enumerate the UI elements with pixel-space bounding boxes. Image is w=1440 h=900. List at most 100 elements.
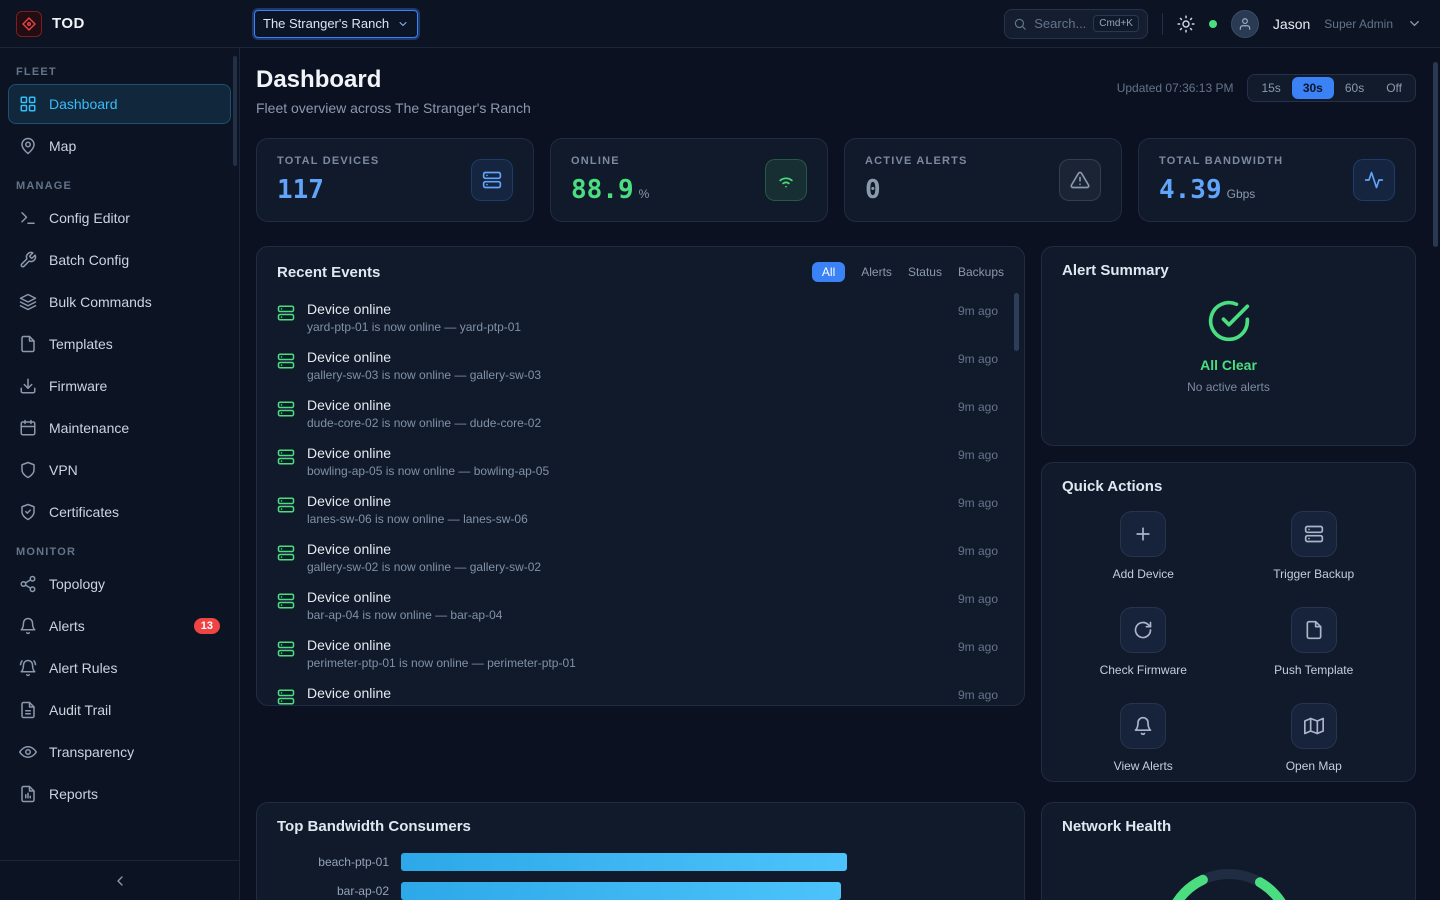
server-icon xyxy=(277,304,295,322)
server-icon xyxy=(471,159,513,201)
event-row[interactable]: Device online 9m ago xyxy=(277,678,998,706)
event-title: Device online xyxy=(307,685,946,701)
server-icon xyxy=(277,544,295,562)
sidebar-item-maintenance[interactable]: Maintenance xyxy=(8,408,231,448)
sidebar-item-certificates[interactable]: Certificates xyxy=(8,492,231,532)
sidebar-item-label: Reports xyxy=(49,786,98,802)
events-scrollbar[interactable] xyxy=(1014,293,1019,351)
search-shortcut-badge: Cmd+K xyxy=(1093,15,1139,32)
file-icon xyxy=(19,335,37,353)
event-row[interactable]: Device onlinelanes-sw-06 is now online —… xyxy=(277,486,998,534)
page-title: Dashboard xyxy=(256,66,531,94)
bandwidth-row: bar-ap-02 xyxy=(277,882,1004,900)
tab-status[interactable]: Status xyxy=(908,265,942,279)
sidebar-item-vpn[interactable]: VPN xyxy=(8,450,231,490)
sidebar-item-batch-config[interactable]: Batch Config xyxy=(8,240,231,280)
sidebar-item-firmware[interactable]: Firmware xyxy=(8,366,231,406)
sidebar-item-bulk-commands[interactable]: Bulk Commands xyxy=(8,282,231,322)
alert-summary-title: Alert Summary xyxy=(1062,262,1169,279)
event-time: 9m ago xyxy=(958,640,998,654)
event-detail: gallery-sw-03 is now online — gallery-sw… xyxy=(307,368,946,382)
event-detail: gallery-sw-02 is now online — gallery-sw… xyxy=(307,560,946,574)
sidebar-scrollbar[interactable] xyxy=(233,56,237,166)
server-icon xyxy=(277,352,295,370)
chevron-left-icon xyxy=(112,873,128,889)
sidebar-item-dashboard[interactable]: Dashboard xyxy=(8,84,231,124)
server-icon xyxy=(277,688,295,706)
stat-card-total-bandwidth: TOTAL BANDWIDTH 4.39 Gbps xyxy=(1138,138,1416,222)
sidebar-item-label: Transparency xyxy=(49,744,134,760)
bell-icon xyxy=(1120,703,1166,749)
push-template-button[interactable]: Push Template xyxy=(1229,607,1400,677)
stat-label: TOTAL BANDWIDTH xyxy=(1159,155,1283,167)
sidebar-item-reports[interactable]: Reports xyxy=(8,774,231,814)
sidebar-item-alerts[interactable]: Alerts 13 xyxy=(8,606,231,646)
sidebar-item-topology[interactable]: Topology xyxy=(8,564,231,604)
sidebar-item-map[interactable]: Map xyxy=(8,126,231,166)
tab-alerts[interactable]: Alerts xyxy=(861,265,892,279)
stat-card-online: ONLINE 88.9 % xyxy=(550,138,828,222)
sidebar-collapse-button[interactable] xyxy=(0,860,239,900)
sidebar-section-manage: MANAGE xyxy=(16,180,223,192)
bandwidth-row: beach-ptp-01 xyxy=(277,853,1004,871)
sidebar-item-alert-rules[interactable]: Alert Rules xyxy=(8,648,231,688)
calendar-icon xyxy=(19,419,37,437)
server-icon xyxy=(1291,511,1337,557)
stat-label: ONLINE xyxy=(571,155,649,167)
search-input[interactable]: Search... Cmd+K xyxy=(1004,9,1148,39)
sidebar-item-templates[interactable]: Templates xyxy=(8,324,231,364)
event-time: 9m ago xyxy=(958,448,998,462)
chevron-down-icon xyxy=(1407,16,1422,31)
stat-card-active-alerts: ACTIVE ALERTS 0 xyxy=(844,138,1122,222)
trigger-backup-button[interactable]: Trigger Backup xyxy=(1229,511,1400,581)
plus-icon xyxy=(1120,511,1166,557)
server-icon xyxy=(277,640,295,658)
theme-toggle-button[interactable] xyxy=(1177,15,1195,33)
user-role: Super Admin xyxy=(1324,17,1393,31)
event-detail: bowling-ap-05 is now online — bowling-ap… xyxy=(307,464,946,478)
event-title: Device online xyxy=(307,493,946,509)
sidebar-item-audit-trail[interactable]: Audit Trail xyxy=(8,690,231,730)
refresh-option-15s[interactable]: 15s xyxy=(1250,77,1291,99)
file-chart-icon xyxy=(19,785,37,803)
event-detail: perimeter-ptp-01 is now online — perimet… xyxy=(307,656,946,670)
page-scrollbar[interactable] xyxy=(1433,62,1438,247)
tab-all[interactable]: All xyxy=(812,262,845,282)
tab-backups[interactable]: Backups xyxy=(958,265,1004,279)
bandwidth-device-label: bar-ap-02 xyxy=(277,884,389,898)
event-row[interactable]: Device onlinebar-ap-04 is now online — b… xyxy=(277,582,998,630)
sidebar-item-label: Certificates xyxy=(49,504,119,520)
shield-check-icon xyxy=(19,503,37,521)
chevron-down-icon xyxy=(397,18,409,30)
stat-value: 4.39 xyxy=(1159,175,1222,205)
view-alerts-button[interactable]: View Alerts xyxy=(1058,703,1229,773)
refresh-option-30s[interactable]: 30s xyxy=(1292,77,1334,99)
open-map-button[interactable]: Open Map xyxy=(1229,703,1400,773)
add-device-button[interactable]: Add Device xyxy=(1058,511,1229,581)
quick-action-label: Add Device xyxy=(1113,567,1174,581)
event-row[interactable]: Device onlinegallery-sw-03 is now online… xyxy=(277,342,998,390)
sidebar-item-label: Alerts xyxy=(49,618,85,634)
sidebar-item-label: Config Editor xyxy=(49,210,130,226)
event-row[interactable]: Device onlineyard-ptp-01 is now online —… xyxy=(277,294,998,342)
refresh-option-off[interactable]: Off xyxy=(1375,77,1413,99)
sidebar-item-config-editor[interactable]: Config Editor xyxy=(8,198,231,238)
site-selector[interactable]: The Stranger's Ranch xyxy=(254,10,418,38)
wifi-icon xyxy=(765,159,807,201)
refresh-option-60s[interactable]: 60s xyxy=(1334,77,1375,99)
event-time: 9m ago xyxy=(958,688,998,702)
quick-action-label: Trigger Backup xyxy=(1273,567,1354,581)
divider xyxy=(1162,13,1163,35)
alert-status: All Clear xyxy=(1200,357,1257,373)
check-firmware-button[interactable]: Check Firmware xyxy=(1058,607,1229,677)
sidebar-item-transparency[interactable]: Transparency xyxy=(8,732,231,772)
search-icon xyxy=(1013,17,1027,31)
quick-actions-title: Quick Actions xyxy=(1062,478,1162,495)
event-row[interactable]: Device onlinedude-core-02 is now online … xyxy=(277,390,998,438)
wrench-icon xyxy=(19,251,37,269)
event-row[interactable]: Device onlineperimeter-ptp-01 is now onl… xyxy=(277,630,998,678)
event-row[interactable]: Device onlinebowling-ap-05 is now online… xyxy=(277,438,998,486)
avatar[interactable] xyxy=(1231,10,1259,38)
user-menu-button[interactable] xyxy=(1407,16,1422,31)
event-row[interactable]: Device onlinegallery-sw-02 is now online… xyxy=(277,534,998,582)
